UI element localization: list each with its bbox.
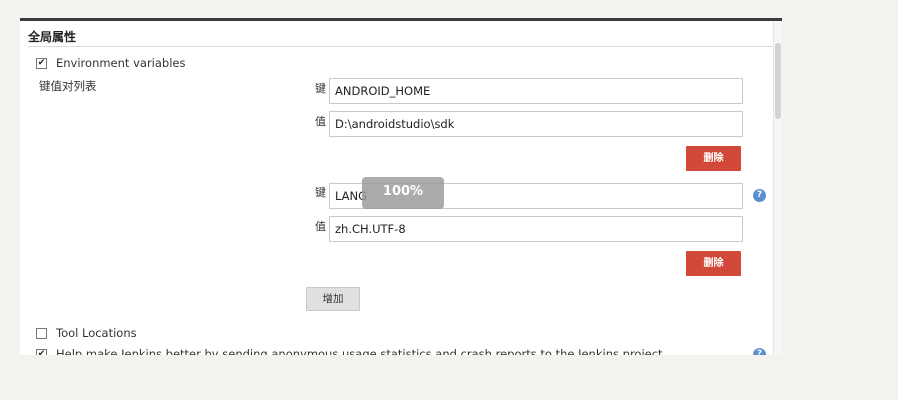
progress-overlay: 100%: [362, 177, 444, 209]
kv-list-label: 键值对列表: [39, 79, 97, 93]
tool-locations-row: Tool Locations: [36, 326, 137, 340]
entry-2-key-label: 键: [315, 186, 326, 199]
add-button[interactable]: 增加: [306, 287, 360, 311]
checkbox-checked-icon: ✔: [37, 57, 46, 68]
entry-1-key-input[interactable]: ANDROID_HOME: [329, 78, 743, 104]
help-icon[interactable]: ?: [753, 348, 766, 355]
scrollbar-thumb[interactable]: [775, 43, 781, 119]
vertical-scrollbar[interactable]: [773, 21, 782, 355]
env-vars-label[interactable]: Environment variables: [56, 56, 185, 70]
env-vars-checkbox[interactable]: ✔: [36, 57, 47, 69]
entry-2-delete-button[interactable]: 删除: [686, 251, 741, 276]
section-title: 全局属性: [28, 30, 77, 44]
checkbox-checked-icon: ✔: [37, 348, 46, 355]
entry-1-key-label: 键: [315, 82, 326, 95]
tool-locations-checkbox[interactable]: [36, 327, 47, 339]
usage-stats-row: ✔ Help make Jenkins better by sending an…: [36, 347, 666, 355]
entry-1-delete-button[interactable]: 删除: [686, 146, 741, 171]
env-vars-row: ✔ Environment variables: [36, 56, 185, 70]
global-properties-panel: 全局属性 ✔ Environment variables 键值对列表 键 AND…: [20, 18, 782, 355]
usage-stats-label[interactable]: Help make Jenkins better by sending anon…: [56, 347, 666, 355]
usage-stats-checkbox[interactable]: ✔: [36, 348, 47, 355]
entry-1-value-label: 值: [315, 115, 326, 128]
tool-locations-label[interactable]: Tool Locations: [56, 326, 137, 340]
help-icon[interactable]: ?: [753, 189, 766, 202]
section-divider: [28, 46, 782, 47]
entry-2-value-label: 值: [315, 220, 326, 233]
entry-1-value-input[interactable]: D:\androidstudio\sdk: [329, 111, 743, 137]
entry-2-value-input[interactable]: zh.CH.UTF-8: [329, 216, 743, 242]
